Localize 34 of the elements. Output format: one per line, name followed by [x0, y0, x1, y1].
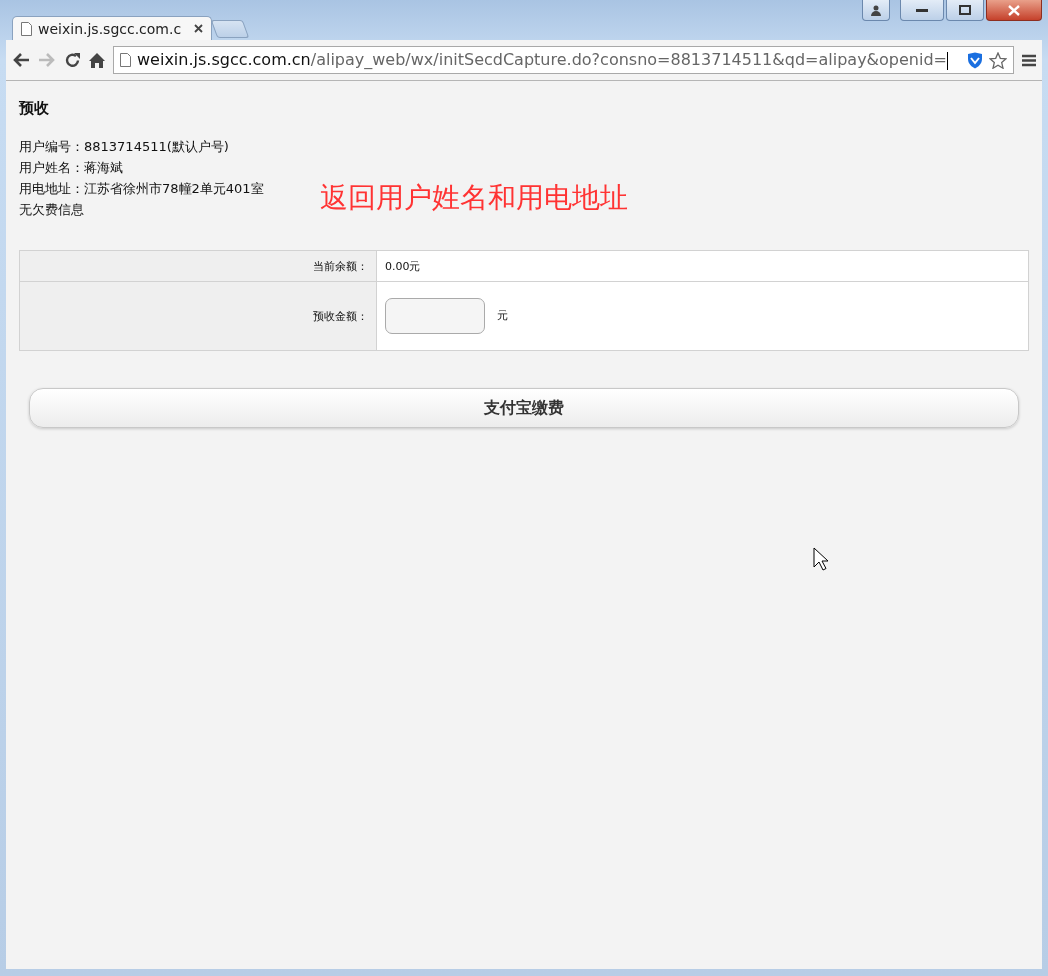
close-button[interactable]: [986, 0, 1042, 21]
home-icon[interactable]: [89, 52, 105, 68]
back-icon[interactable]: [12, 52, 30, 68]
tab-title: weixin.js.sgcc.com.c: [38, 20, 183, 37]
mouse-pointer-icon: [813, 547, 828, 571]
star-icon[interactable]: [989, 51, 1007, 69]
close-icon[interactable]: [194, 24, 203, 33]
user-button[interactable]: [862, 0, 890, 21]
balance-value: 0.00元: [376, 250, 1029, 282]
page-icon: [120, 53, 131, 67]
page-heading: 预收: [19, 99, 50, 118]
menu-icon[interactable]: [1022, 53, 1036, 67]
page-icon: [21, 21, 32, 36]
info-line: 用户姓名：蒋海斌: [19, 159, 123, 177]
person-icon: [871, 4, 881, 16]
minimize-button[interactable]: [900, 0, 944, 21]
url-text: weixin.js.sgcc.com.cn/alipay_web/wx/initSecdCapture.do?consno=8813714511&qd=alipay&openid=: [137, 50, 950, 70]
annotation-text: 返回用户姓名和用电地址: [320, 180, 628, 216]
alipay-pay-button[interactable]: 支付宝缴费: [29, 388, 1019, 428]
field-label: 预收金额：: [19, 281, 377, 351]
info-line: 无欠费信息: [19, 201, 84, 219]
minimize-icon: [916, 8, 928, 12]
shield-icon[interactable]: [967, 51, 983, 69]
field-label: 当前余额：: [19, 250, 377, 282]
close-icon: [1008, 4, 1020, 16]
unit-label: 元: [497, 309, 508, 322]
amount-input[interactable]: [385, 298, 485, 334]
address-bar[interactable]: weixin.js.sgcc.com.cn/alipay_web/wx/initSecdCapture.do?consno=8813714511&qd=alipay&openid=: [113, 46, 1014, 74]
maximize-icon: [959, 5, 971, 15]
reload-icon[interactable]: [64, 51, 81, 69]
browser-tab[interactable]: weixin.js.sgcc.com.c: [12, 16, 212, 40]
info-line: 用户编号：8813714511(默认户号): [19, 138, 229, 156]
maximize-button[interactable]: [946, 0, 984, 21]
info-line: 用电地址：江苏省徐州市78幢2单元401室: [19, 180, 264, 198]
